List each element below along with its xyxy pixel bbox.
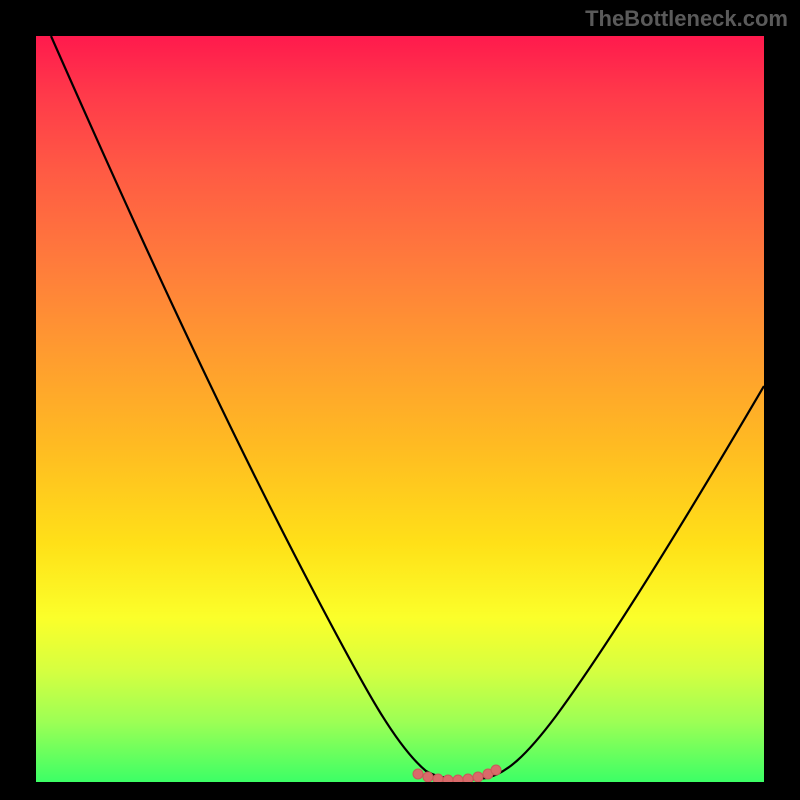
chart-frame: TheBottleneck.com bbox=[0, 0, 800, 800]
bottleneck-curve bbox=[51, 36, 764, 780]
watermark-text: TheBottleneck.com bbox=[585, 6, 788, 32]
optimal-marker bbox=[413, 765, 501, 782]
plot-area bbox=[36, 36, 764, 782]
bottleneck-curve-svg bbox=[36, 36, 764, 782]
